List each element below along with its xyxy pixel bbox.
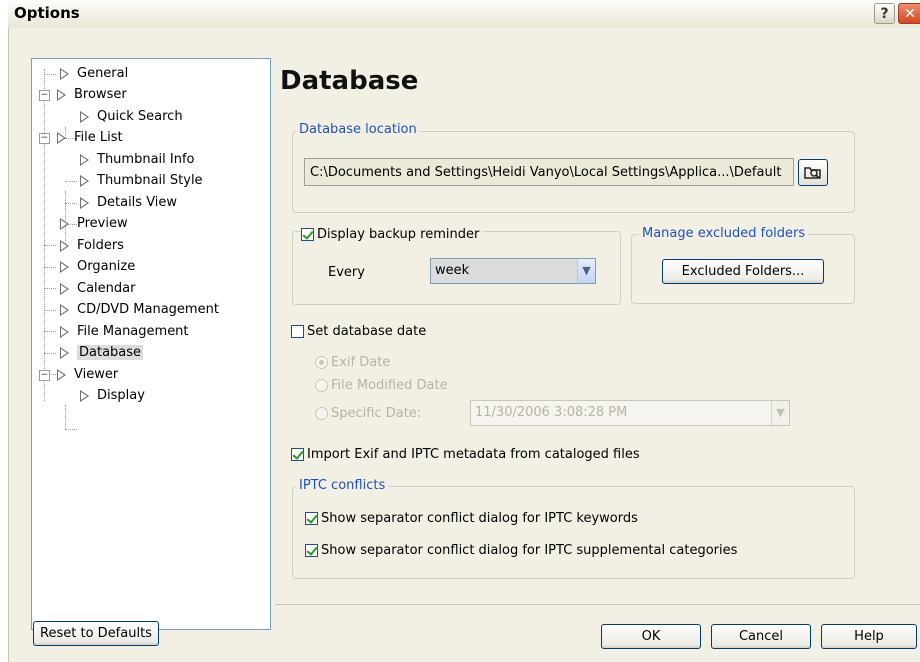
excluded-folders-legend: Manage excluded folders [639,226,809,241]
tree-item-thumbnail-info[interactable]: Thumbnail Info [80,150,195,170]
tree-item-organize[interactable]: Organize [60,257,135,277]
node-icon [60,347,69,359]
dialog-body: General − Browser Quick Search − File List… [8,28,920,662]
reset-defaults-button[interactable]: Reset to Defaults [33,621,159,646]
node-icon [80,197,89,209]
page-title: Database [280,66,419,96]
chevron-down-icon[interactable]: ▼ [577,259,595,283]
database-path-field: C:\Documents and Settings\Heidi Vanyo\Lo… [304,158,794,186]
file-modified-date-radio[interactable]: File Modified Date [315,378,448,393]
options-dialog: Options ? ✕ General − Browser Quick Sear… [8,0,920,662]
iptc-conflicts-legend: IPTC conflicts [296,478,389,493]
node-icon [80,390,89,402]
help-button[interactable]: Help [821,624,917,649]
tree-item-file-list[interactable]: − File List [39,128,123,148]
iptc-supplemental-checkbox[interactable]: Show separator conflict dialog for IPTC … [305,543,737,558]
window-title: Options [14,4,80,22]
database-location-legend: Database location [296,122,420,137]
node-icon [60,68,69,80]
tree-item-thumbnail-style[interactable]: Thumbnail Style [80,171,203,191]
tree-item-general[interactable]: General [60,64,128,84]
iptc-keywords-checkbox[interactable]: Show separator conflict dialog for IPTC … [305,511,638,526]
tree-item-calendar[interactable]: Calendar [60,279,135,299]
specific-date-radio-dot[interactable] [315,407,328,420]
tree-item-cd-dvd-management[interactable]: CD/DVD Management [60,300,219,320]
exif-date-radio-dot[interactable] [315,356,328,369]
node-icon [80,175,89,187]
browse-button[interactable] [798,159,828,186]
node-icon [57,89,66,101]
import-metadata-check[interactable] [291,448,304,461]
close-button[interactable]: ✕ [898,3,920,24]
iptc-keywords-check[interactable] [305,512,318,525]
tree-item-file-management[interactable]: File Management [60,322,189,342]
tree-item-display[interactable]: Display [80,386,145,406]
set-database-date-checkbox[interactable]: Set database date [291,324,426,339]
footer-divider [275,604,920,605]
node-icon [80,154,89,166]
chevron-down-icon[interactable]: ▼ [771,401,789,425]
node-icon [57,132,66,144]
backup-reminder-checkbox[interactable]: Display backup reminder [301,227,484,242]
tree-item-folders[interactable]: Folders [60,236,124,256]
collapse-icon[interactable]: − [39,369,50,381]
cancel-button[interactable]: Cancel [711,624,811,649]
backup-reminder-check[interactable] [301,228,314,241]
tree-item-browser[interactable]: − Browser [39,85,127,105]
title-bar: Options ? ✕ [8,0,920,29]
tree-item-preview[interactable]: Preview [60,214,128,234]
node-icon [60,218,69,230]
tree-item-details-view[interactable]: Details View [80,193,177,213]
file-modified-date-radio-dot[interactable] [315,379,328,392]
node-icon [60,283,69,295]
options-tree[interactable]: General − Browser Quick Search − File List… [31,58,271,630]
collapse-icon[interactable]: − [39,89,50,101]
every-label: Every [328,265,365,280]
node-icon [60,240,69,252]
node-icon [60,261,69,273]
help-title-button[interactable]: ? [874,3,895,24]
tree-item-viewer[interactable]: − Viewer [39,365,118,385]
specific-date-radio[interactable]: Specific Date: [315,406,421,421]
ok-button[interactable]: OK [601,624,701,649]
node-icon [60,326,69,338]
tree-item-database[interactable]: Database [60,343,144,363]
collapse-icon[interactable]: − [39,132,50,144]
iptc-supplemental-check[interactable] [305,544,318,557]
set-database-date-check[interactable] [291,325,304,338]
import-metadata-checkbox[interactable]: Import Exif and IPTC metadata from catal… [291,447,640,462]
specific-date-picker[interactable]: 11/30/2006 3:08:28 PM ▼ [470,400,790,426]
iptc-conflicts-group [292,486,855,579]
interval-select[interactable]: week ▼ [430,258,596,284]
excluded-folders-button[interactable]: Excluded Folders... [662,259,824,284]
node-icon [60,304,69,316]
node-icon [80,111,89,123]
folder-browse-icon [804,167,821,179]
tree-item-quick-search[interactable]: Quick Search [80,107,183,127]
node-icon [57,369,66,381]
exif-date-radio[interactable]: Exif Date [315,355,390,370]
